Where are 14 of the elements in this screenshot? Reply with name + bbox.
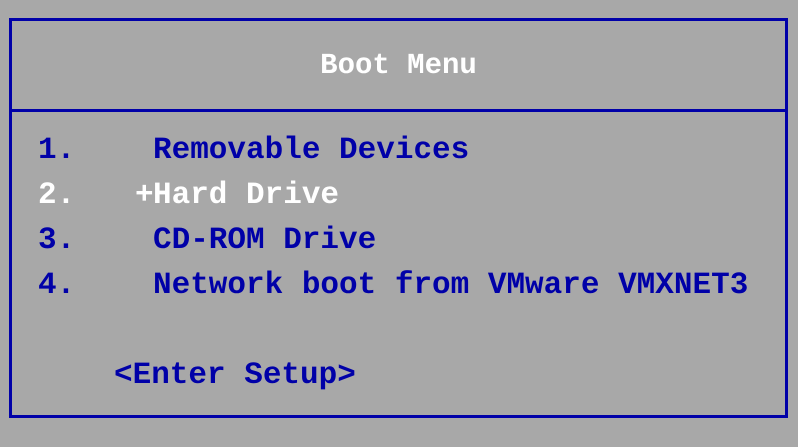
boot-option[interactable]: 3. CD-ROM Drive <box>38 218 785 263</box>
option-number: 2. <box>38 177 76 215</box>
option-label: Network boot from VMware VMXNET3 <box>153 267 748 305</box>
option-number: 4. <box>38 267 76 305</box>
option-label: Removable Devices <box>153 132 470 170</box>
menu-title: Boot Menu <box>320 48 477 82</box>
boot-option[interactable]: 4. Network boot from VMware VMXNET3 <box>38 263 785 308</box>
boot-option[interactable]: 1. Removable Devices <box>38 128 785 173</box>
option-number: 1. <box>38 132 76 170</box>
enter-setup-option[interactable]: <Enter Setup> <box>114 353 785 398</box>
option-label: CD-ROM Drive <box>153 222 376 260</box>
expand-marker: + <box>135 178 154 213</box>
option-number: 3. <box>38 222 76 260</box>
option-label: Hard Drive <box>153 177 340 215</box>
